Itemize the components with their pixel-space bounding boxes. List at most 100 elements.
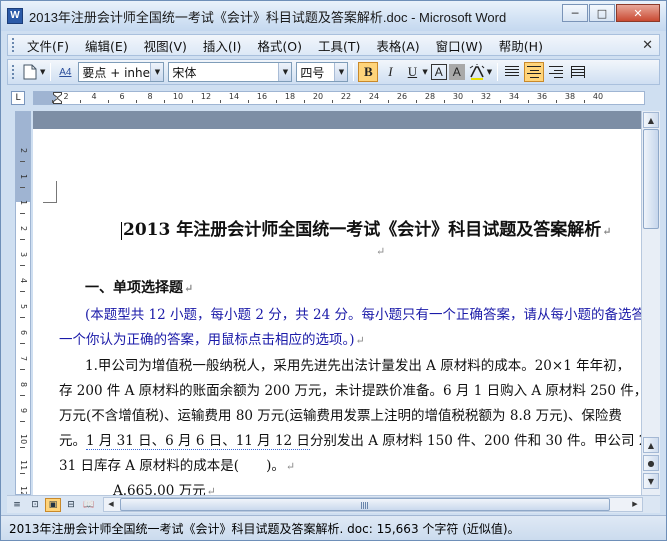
window-controls: ─ □ ✕: [561, 4, 660, 22]
chevron-down-icon[interactable]: ▼: [150, 63, 164, 81]
ruler-number: 36: [536, 92, 548, 101]
question-1-line-4[interactable]: 元。1 月 31 日、6 月 6 日、11 月 12 日分别发出 A 原材料 1…: [59, 429, 641, 450]
normal-view-icon[interactable]: ≡: [9, 498, 25, 512]
vertical-ruler-number: 1: [19, 200, 28, 206]
vertical-ruler[interactable]: 2 1 1 2 3 4 5 6 7 8 9 10 11 12: [15, 111, 31, 495]
style-combobox[interactable]: 要点 + inhe ▼: [78, 62, 165, 82]
question-1-line-5[interactable]: 31 日库存 A 原材料的成本是( )。↵: [59, 454, 295, 474]
window-title: 2013年注册会计师全国统一考试《会计》科目试题及答案解析.doc - Micr…: [29, 9, 507, 25]
menu-help[interactable]: 帮助(H): [491, 36, 551, 55]
maximize-button[interactable]: □: [589, 4, 615, 22]
title-bar[interactable]: W 2013年注册会计师全国统一考试《会计》科目试题及答案解析.doc - Mi…: [1, 1, 666, 31]
menu-view[interactable]: 视图(V): [136, 36, 195, 55]
ruler-tick: [192, 100, 193, 103]
ruler-number: 30: [452, 92, 464, 101]
ruler-tick: [528, 100, 529, 103]
align-right-icon[interactable]: [546, 62, 566, 82]
align-center-icon[interactable]: [524, 62, 545, 82]
question-1-option-a[interactable]: A.665.00 万元↵: [113, 479, 216, 495]
select-browse-object-icon[interactable]: ●: [643, 455, 659, 471]
tab-stop-selector[interactable]: L: [11, 91, 25, 105]
reading-layout-icon[interactable]: 📖: [81, 498, 97, 512]
question-1-line-3[interactable]: 万元(不含增值税)、运输费用 80 万元(运输费用发票上注明的增值税税额为 8.…: [59, 404, 622, 424]
underline-button[interactable]: U: [402, 62, 422, 82]
vertical-scrollbar[interactable]: ▲ ▲ ● ▼: [641, 111, 660, 495]
horizontal-scrollbar[interactable]: ◀ ▶: [103, 497, 643, 512]
web-view-icon[interactable]: ⊡: [27, 498, 43, 512]
instructions-line-1[interactable]: (本题型共 12 小题，每小题 2 分，共 24 分。每小题只有一个正确答案，请…: [85, 303, 641, 323]
menu-insert[interactable]: 插入(I): [195, 36, 249, 55]
menu-window[interactable]: 窗口(W): [428, 36, 491, 55]
ruler-number: 22: [340, 92, 352, 101]
close-document-icon[interactable]: ✕: [642, 38, 653, 53]
font-size-value: 四号: [300, 65, 325, 80]
scroll-down-icon[interactable]: ▼: [643, 473, 659, 489]
instructions-line-2[interactable]: 一个你认为正确的答案，用鼠标点击相应的选项。)↵: [59, 328, 365, 348]
vertical-scroll-thumb[interactable]: [643, 129, 659, 229]
print-layout-view-icon[interactable]: ▣: [45, 497, 61, 512]
formatting-toolbar: ▼ A4 要点 + inhe ▼ 宋体 ▼ 四号 ▼ B I U ▼ A A ▼: [7, 59, 660, 85]
menu-tools[interactable]: 工具(T): [310, 36, 368, 55]
chevron-down-icon[interactable]: ▼: [278, 63, 292, 81]
character-shading-button[interactable]: A: [448, 64, 465, 80]
word-app-icon[interactable]: W: [7, 8, 23, 24]
document-page[interactable]: 2013 年注册会计师全国统一考试《会计》科目试题及答案解析↵ ↵ 一、单项选择…: [33, 129, 641, 495]
outline-view-icon[interactable]: ⊟: [63, 498, 79, 512]
empty-paragraph[interactable]: ↵: [375, 243, 385, 259]
scroll-right-icon[interactable]: ▶: [628, 498, 642, 511]
menubar-grip-handle[interactable]: [11, 37, 15, 53]
document-area[interactable]: 2013 年注册会计师全国统一考试《会计》科目试题及答案解析↵ ↵ 一、单项选择…: [33, 111, 641, 495]
styles-pane-icon[interactable]: A4: [55, 62, 75, 82]
vertical-ruler-tick: [20, 161, 25, 162]
menu-file[interactable]: 文件(F): [19, 36, 77, 55]
font-combobox[interactable]: 宋体 ▼: [168, 62, 293, 82]
horizontal-ruler[interactable]: 2 4 6 8 10 12 14 16 18 20 22 24 26 28 30 32 34 36 38 40: [33, 91, 645, 105]
highlight-icon[interactable]: [467, 62, 487, 82]
ruler-number: 26: [396, 92, 408, 101]
align-justify-icon[interactable]: [502, 62, 522, 82]
paragraph-mark: ↵: [285, 460, 296, 473]
document-title[interactable]: 2013 年注册会计师全国统一考试《会计》科目试题及答案解析↵: [121, 215, 611, 240]
page-gap: [33, 111, 641, 129]
new-document-dropdown-icon[interactable]: ▼: [40, 68, 45, 76]
scroll-up-icon[interactable]: ▲: [643, 112, 659, 128]
smart-tag-dates[interactable]: 1 月 31 日、6 月 6 日、11 月 12 日: [86, 433, 310, 450]
ruler-number: 18: [284, 92, 296, 101]
scroll-up-arrow-icon[interactable]: ▲: [643, 437, 659, 453]
menu-table[interactable]: 表格(A): [368, 36, 427, 55]
vertical-ruler-tick: [20, 421, 25, 422]
distributed-align-icon[interactable]: [568, 62, 588, 82]
paragraph-mark: ↵: [206, 485, 216, 495]
close-button[interactable]: ✕: [616, 4, 660, 22]
menu-edit[interactable]: 编辑(E): [77, 36, 136, 55]
new-document-icon[interactable]: [20, 62, 40, 82]
bold-button[interactable]: B: [358, 62, 379, 82]
minimize-button[interactable]: ─: [562, 4, 588, 22]
vertical-ruler-tick: [20, 187, 25, 188]
toolbar-grip-handle[interactable]: [11, 64, 15, 80]
character-border-button[interactable]: A: [430, 64, 447, 80]
ruler-tick: [500, 100, 501, 103]
question-1-line-1[interactable]: 1.甲公司为增值税一般纳税人，采用先进先出法计量发出 A 原材料的成本。20×1…: [85, 354, 630, 374]
ruler-number: 16: [256, 92, 268, 101]
section-heading[interactable]: 一、单项选择题↵: [85, 277, 193, 297]
ruler-tick: [248, 100, 249, 103]
italic-button[interactable]: I: [380, 62, 400, 82]
vertical-ruler-tick: [20, 291, 25, 292]
paragraph-mark: ↵: [355, 334, 365, 347]
option-a-text: A.665.00 万元: [113, 483, 206, 495]
menu-format[interactable]: 格式(O): [249, 36, 310, 55]
ruler-number: 34: [508, 92, 520, 101]
instructions-line-2-text: 一个你认为正确的答案，用鼠标点击相应的选项。): [59, 332, 355, 348]
horizontal-scroll-thumb[interactable]: [120, 498, 610, 511]
word-window: W 2013年注册会计师全国统一考试《会计》科目试题及答案解析.doc - Mi…: [0, 0, 667, 541]
scroll-left-icon[interactable]: ◀: [104, 498, 118, 511]
question-1-line-2[interactable]: 存 200 件 A 原材料的账面余额为 200 万元，未计提跌价准备。6 月 1…: [59, 379, 641, 399]
ruler-number: 8: [147, 92, 153, 101]
underline-dropdown-icon[interactable]: ▼: [422, 68, 427, 76]
chevron-down-icon[interactable]: ▼: [334, 63, 348, 81]
vertical-ruler-number: 7: [19, 356, 28, 362]
vertical-ruler-number: 4: [19, 278, 28, 284]
highlight-dropdown-icon[interactable]: ▼: [487, 68, 492, 76]
font-size-combobox[interactable]: 四号 ▼: [296, 62, 349, 82]
